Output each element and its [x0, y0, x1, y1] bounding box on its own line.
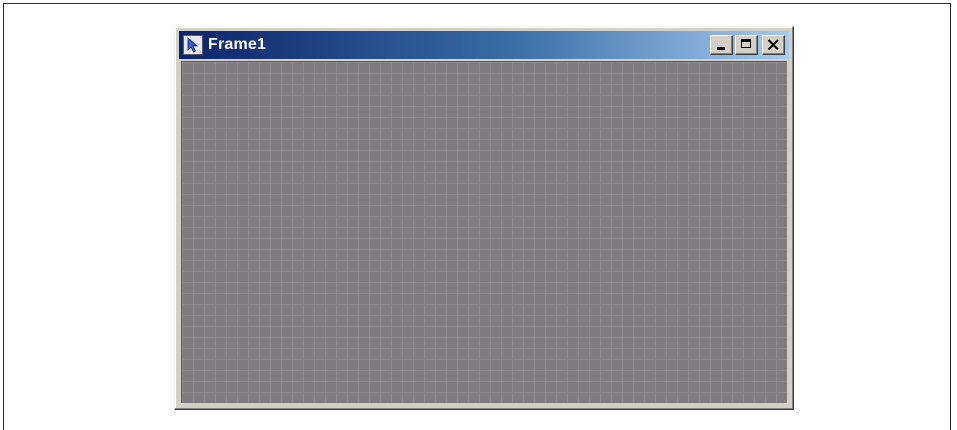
page: Frame1: [0, 0, 957, 430]
window-title: Frame1: [208, 36, 267, 53]
minimize-icon: [717, 47, 725, 50]
close-button[interactable]: [762, 35, 785, 55]
close-icon: [767, 39, 779, 51]
pointer-cursor-icon[interactable]: [183, 35, 203, 55]
caption-buttons: [710, 35, 785, 55]
maximize-icon: [741, 39, 751, 48]
minimize-button[interactable]: [710, 35, 733, 55]
frame-window[interactable]: Frame1: [174, 26, 794, 410]
maximize-button[interactable]: [735, 35, 758, 55]
form-design-grid[interactable]: [181, 61, 787, 403]
title-bar[interactable]: Frame1: [179, 31, 789, 59]
